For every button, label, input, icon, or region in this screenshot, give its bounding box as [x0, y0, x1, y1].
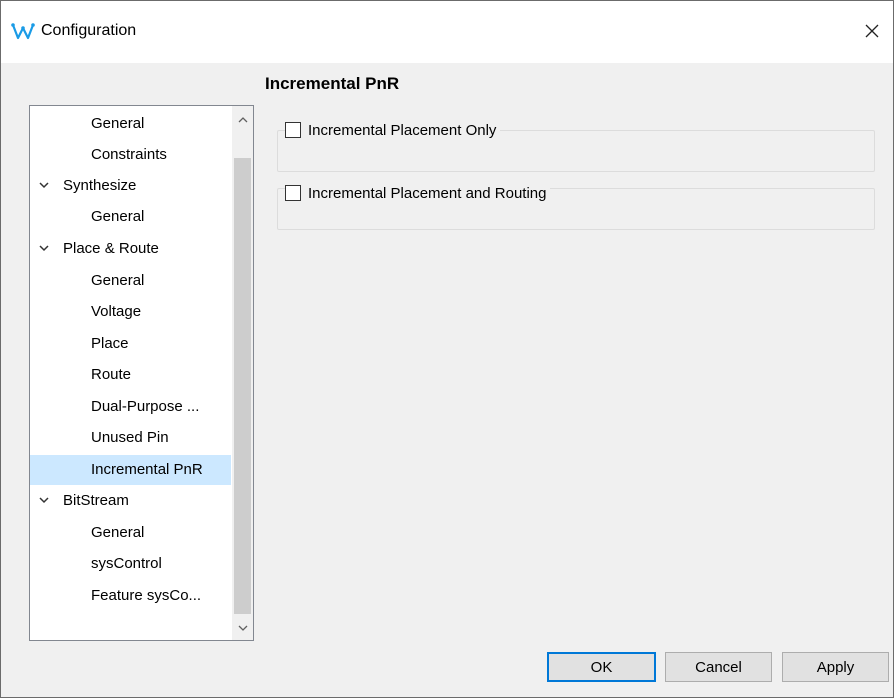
tree-item-place[interactable]: Place — [30, 329, 129, 359]
gowin-logo-icon — [11, 21, 35, 43]
tree-item-general[interactable]: General — [30, 109, 144, 139]
tree-item-route[interactable]: Route — [30, 360, 131, 390]
tree-item-label: BitStream — [63, 492, 129, 509]
chevron-down-icon[interactable] — [38, 234, 50, 264]
tree-item-label: Synthesize — [63, 177, 137, 194]
placement-only-label: Incremental Placement Only — [308, 121, 497, 139]
placement-routing-label: Incremental Placement and Routing — [308, 184, 547, 202]
scrollbar-thumb[interactable] — [234, 158, 251, 614]
tree-item-feature-sysco[interactable]: Feature sysCo... — [30, 581, 201, 611]
ok-button[interactable]: OK — [547, 652, 656, 682]
tree-item-constraints[interactable]: Constraints — [30, 140, 167, 170]
tree-item-synthesize-general[interactable]: General — [30, 202, 144, 232]
tree-item-synthesize[interactable]: Synthesize — [30, 171, 136, 201]
tree-item-label: Place & Route — [63, 240, 159, 257]
title-bar: Configuration — [1, 1, 893, 63]
tree-item-dual-purpose[interactable]: Dual-Purpose ... — [30, 392, 199, 422]
scroll-up-arrow-icon[interactable] — [232, 110, 253, 130]
cancel-button[interactable]: Cancel — [665, 652, 772, 682]
placement-only-option[interactable]: Incremental Placement Only — [285, 120, 501, 140]
placement-routing-option[interactable]: Incremental Placement and Routing — [285, 183, 551, 203]
tree-scrollbar[interactable] — [232, 106, 253, 640]
tree-item-syscontrol[interactable]: sysControl — [30, 549, 162, 579]
tree-item-incremental-pnr[interactable]: Incremental PnR — [30, 455, 231, 485]
page-title: Incremental PnR — [265, 74, 400, 93]
tree-item-unused-pin[interactable]: Unused Pin — [30, 423, 169, 453]
configuration-dialog: Configuration Incremental PnR General Co… — [0, 0, 894, 698]
chevron-down-icon[interactable] — [38, 171, 50, 201]
chevron-down-icon[interactable] — [38, 486, 50, 516]
tree-item-place-route[interactable]: Place & Route — [30, 234, 159, 264]
tree-item-bitstream-general[interactable]: General — [30, 518, 144, 548]
close-icon — [865, 18, 879, 44]
placement-routing-checkbox[interactable] — [285, 185, 301, 201]
scroll-down-arrow-icon[interactable] — [232, 618, 253, 638]
close-button[interactable] — [857, 15, 887, 47]
tree-item-bitstream[interactable]: BitStream — [30, 486, 129, 516]
tree-item-pnr-general[interactable]: General — [30, 266, 144, 296]
window-title: Configuration — [41, 22, 137, 39]
placement-only-checkbox[interactable] — [285, 122, 301, 138]
apply-button[interactable]: Apply — [782, 652, 889, 682]
settings-tree: General Constraints Synthesize General P… — [29, 105, 254, 641]
tree-item-voltage[interactable]: Voltage — [30, 297, 141, 327]
